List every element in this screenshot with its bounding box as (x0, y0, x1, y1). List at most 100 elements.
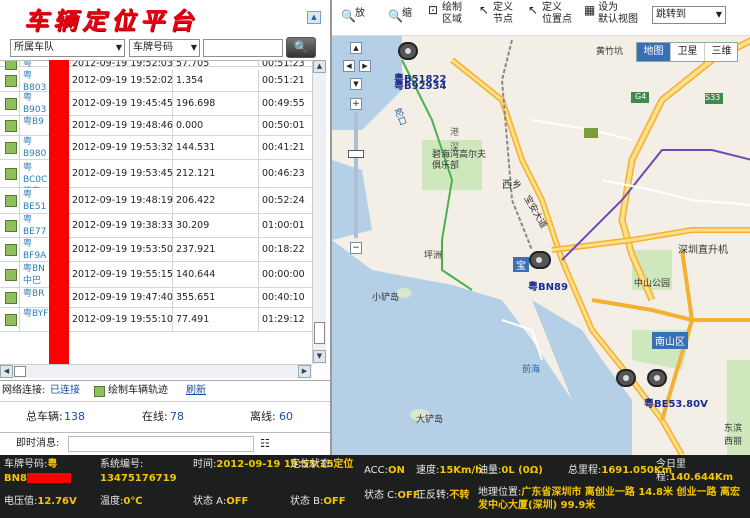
table-row[interactable]: 粤BC0C 货车2012-09-19 19:53:45212.12100:46:… (0, 160, 312, 197)
menu-icon[interactable]: ☷ (260, 433, 270, 455)
vehicle-marker[interactable] (616, 369, 636, 387)
row-checkbox[interactable] (5, 292, 17, 304)
dir-value: 不转 (449, 490, 470, 501)
table-row[interactable]: 粤BF9A 2012-09-19 19:53:50 237.921 00:18:22 (0, 238, 312, 262)
today-info: 今日里程:140.644Km (656, 458, 750, 484)
table-row[interactable]: 粤B9 2012-09-19 19:48:46 0.000 00:50:01 (0, 116, 312, 136)
pan-left-icon[interactable]: ◀ (343, 60, 355, 72)
row-checkbox[interactable] (5, 98, 17, 110)
pan-up-icon[interactable]: ▲ (350, 42, 362, 54)
status-c-label: 状态 C: (364, 490, 398, 501)
pan-zoom-control[interactable]: ▲ ◀ ▶ ▼ + − (343, 40, 371, 260)
search-input[interactable] (203, 39, 283, 57)
status-b-value: OFF (323, 496, 346, 507)
track-checkbox[interactable] (94, 386, 105, 397)
plate-prefix: 粤 (47, 459, 58, 470)
map-type-satellite[interactable]: 卫星 (671, 43, 705, 61)
table-row[interactable]: 粤B803 2012-09-19 19:52:02 1.354 00:51:21 (0, 70, 312, 93)
scroll-down-icon[interactable]: ▼ (313, 350, 326, 363)
row-distance: 355.651 (176, 292, 216, 303)
map-type-map[interactable]: 地图 (637, 43, 671, 61)
vehicle-marker[interactable] (647, 369, 667, 387)
table-row[interactable]: 粤B903 2012-09-19 19:45:45 196.698 00:49:55 (0, 92, 312, 116)
draw-region-tool[interactable]: ⊡ 绘制 区域 (428, 2, 462, 26)
define-node-tool[interactable]: ↖ 定义 节点 (479, 2, 513, 26)
map-type-3d[interactable]: 三维 (705, 43, 738, 61)
zoom-in-tool[interactable]: 🔍 放 (341, 8, 365, 22)
row-distance: 206.422 (176, 195, 216, 206)
table-row[interactable]: 粤BYF 2012-09-19 19:55:10 77.491 01:29:12 (0, 308, 312, 332)
table-row[interactable]: 粤BN 中巴 2012-09-19 19:55:15 140.644 00:00:00 (0, 262, 312, 288)
mileage-label: 总里程: (568, 465, 602, 476)
row-checkbox[interactable] (5, 244, 17, 256)
table-row[interactable]: 粤BE77 2012-09-19 19:38:33 30.209 01:00:01 (0, 214, 312, 238)
status-a-info: 状态 A:OFF (193, 495, 248, 508)
scroll-thumb[interactable] (314, 322, 325, 344)
map-label: 宝 (513, 257, 529, 272)
vertical-scrollbar[interactable]: ▲ ▼ (312, 60, 326, 364)
row-checkbox[interactable] (5, 220, 17, 232)
zoom-out-tool[interactable]: 🔍 缩 (388, 8, 412, 22)
define-point-tool[interactable]: ↖ 定义 位置点 (528, 2, 572, 26)
row-checkbox[interactable] (5, 142, 17, 154)
addr-info: 地理位置:广东省深圳市 离创业一路 14.8米 创业一路 离宏发中心大厦(深圳)… (478, 486, 748, 512)
zoom-minus-icon[interactable]: − (350, 242, 362, 254)
row-checkbox[interactable] (5, 195, 17, 207)
row-duration: 00:41:21 (262, 142, 305, 153)
speed-value: 15Km/h (439, 465, 483, 476)
horizontal-scrollbar[interactable]: ◀ ▶ (0, 364, 312, 378)
default-view-label2: 默认视图 (598, 14, 638, 25)
map-toolbar: 🔍 放 🔍 缩 ⊡ 绘制 区域 ↖ 定义 节点 ↖ 定义 位置点 ▦ 设为 默认视图 跳转到 ▼ (332, 0, 750, 36)
volt-label: 电压值: (4, 496, 38, 507)
default-view-tool[interactable]: ▦ 设为 默认视图 (584, 2, 638, 26)
dir-info: 正反转:不转 (416, 489, 469, 502)
collapse-button[interactable]: ▲ (307, 11, 321, 24)
search-button[interactable]: 🔍 (286, 37, 316, 58)
today-value: 140.644Km (669, 472, 734, 483)
plate-select[interactable]: 车牌号码 ▼ (129, 39, 200, 57)
table-row[interactable]: 粤 2012-09-19 19:52:03 57.705 00:51:23 (0, 61, 312, 70)
row-distance: 144.531 (176, 142, 216, 153)
pan-right-icon[interactable]: ▶ (359, 60, 371, 72)
row-checkbox[interactable] (5, 314, 17, 326)
zoom-slider-thumb[interactable] (348, 150, 364, 158)
map-label: 深圳直升机 (678, 245, 728, 256)
scroll-up-icon[interactable]: ▲ (313, 60, 326, 73)
row-checkbox[interactable] (5, 61, 17, 70)
search-icon: 🔍 (293, 40, 309, 54)
fleet-select[interactable]: 所属车队 ▼ (10, 39, 125, 57)
scroll-thumb-h[interactable] (14, 366, 26, 377)
row-checkbox[interactable] (5, 120, 17, 132)
vehicle-info-panel: 车牌号码:粤 BN8 系统编号: 13475176719 时间:2012-09-… (0, 455, 750, 518)
row-checkbox[interactable] (5, 269, 17, 281)
instant-message-input[interactable] (68, 436, 254, 452)
row-checkbox[interactable] (5, 168, 17, 180)
zoom-plus-icon[interactable]: + (350, 98, 362, 110)
vehicle-marker[interactable] (398, 42, 418, 60)
jump-select[interactable]: 跳转到 ▼ (652, 6, 726, 24)
speed-info: 速度:15Km/h (416, 464, 482, 477)
map-view[interactable]: 🔍 放 🔍 缩 ⊡ 绘制 区域 ↖ 定义 节点 ↖ 定义 位置点 ▦ 设为 默认视图 跳转到 ▼ ▲ … (330, 0, 750, 455)
table-row[interactable]: 粤BR 2012-09-19 19:47:40 355.651 00:40:10 (0, 288, 312, 308)
app-window: 车辆定位平台 ▲ 所属车队 ▼ 车牌号码 ▼ 🔍 粤 2012-09-19 19:52… (0, 0, 750, 518)
zoom-track[interactable] (354, 112, 358, 238)
filter-bar: 所属车队 ▼ 车牌号码 ▼ 🔍 (0, 36, 330, 60)
jump-label: 跳转到 (656, 9, 686, 20)
fleet-select-label: 所属车队 (14, 42, 54, 53)
row-checkbox[interactable] (5, 75, 17, 87)
pos-info: 定位状态:定位 (290, 458, 353, 471)
scroll-left-icon[interactable]: ◀ (0, 365, 13, 378)
pan-down-icon[interactable]: ▼ (350, 78, 362, 90)
pos-label: 定位状态: (290, 459, 334, 470)
zoom-out-label: 缩 (402, 8, 412, 19)
table-row[interactable]: 粤BE51 2012-09-19 19:48:19 206.422 00:52:24 (0, 188, 312, 214)
scroll-right-icon[interactable]: ▶ (298, 365, 311, 378)
status-b-label: 状态 B: (290, 496, 324, 507)
table-row[interactable]: 粤B980 2012-09-19 19:53:32 144.531 00:41:21 (0, 136, 312, 160)
row-distance: 212.121 (176, 168, 216, 179)
plate-label: 车牌号码: (4, 459, 48, 470)
refresh-link[interactable]: 刷新 (186, 381, 206, 401)
row-duration: 00:51:21 (262, 75, 305, 86)
map-label: 小铲岛 (372, 293, 400, 303)
vehicle-marker[interactable] (529, 251, 551, 269)
